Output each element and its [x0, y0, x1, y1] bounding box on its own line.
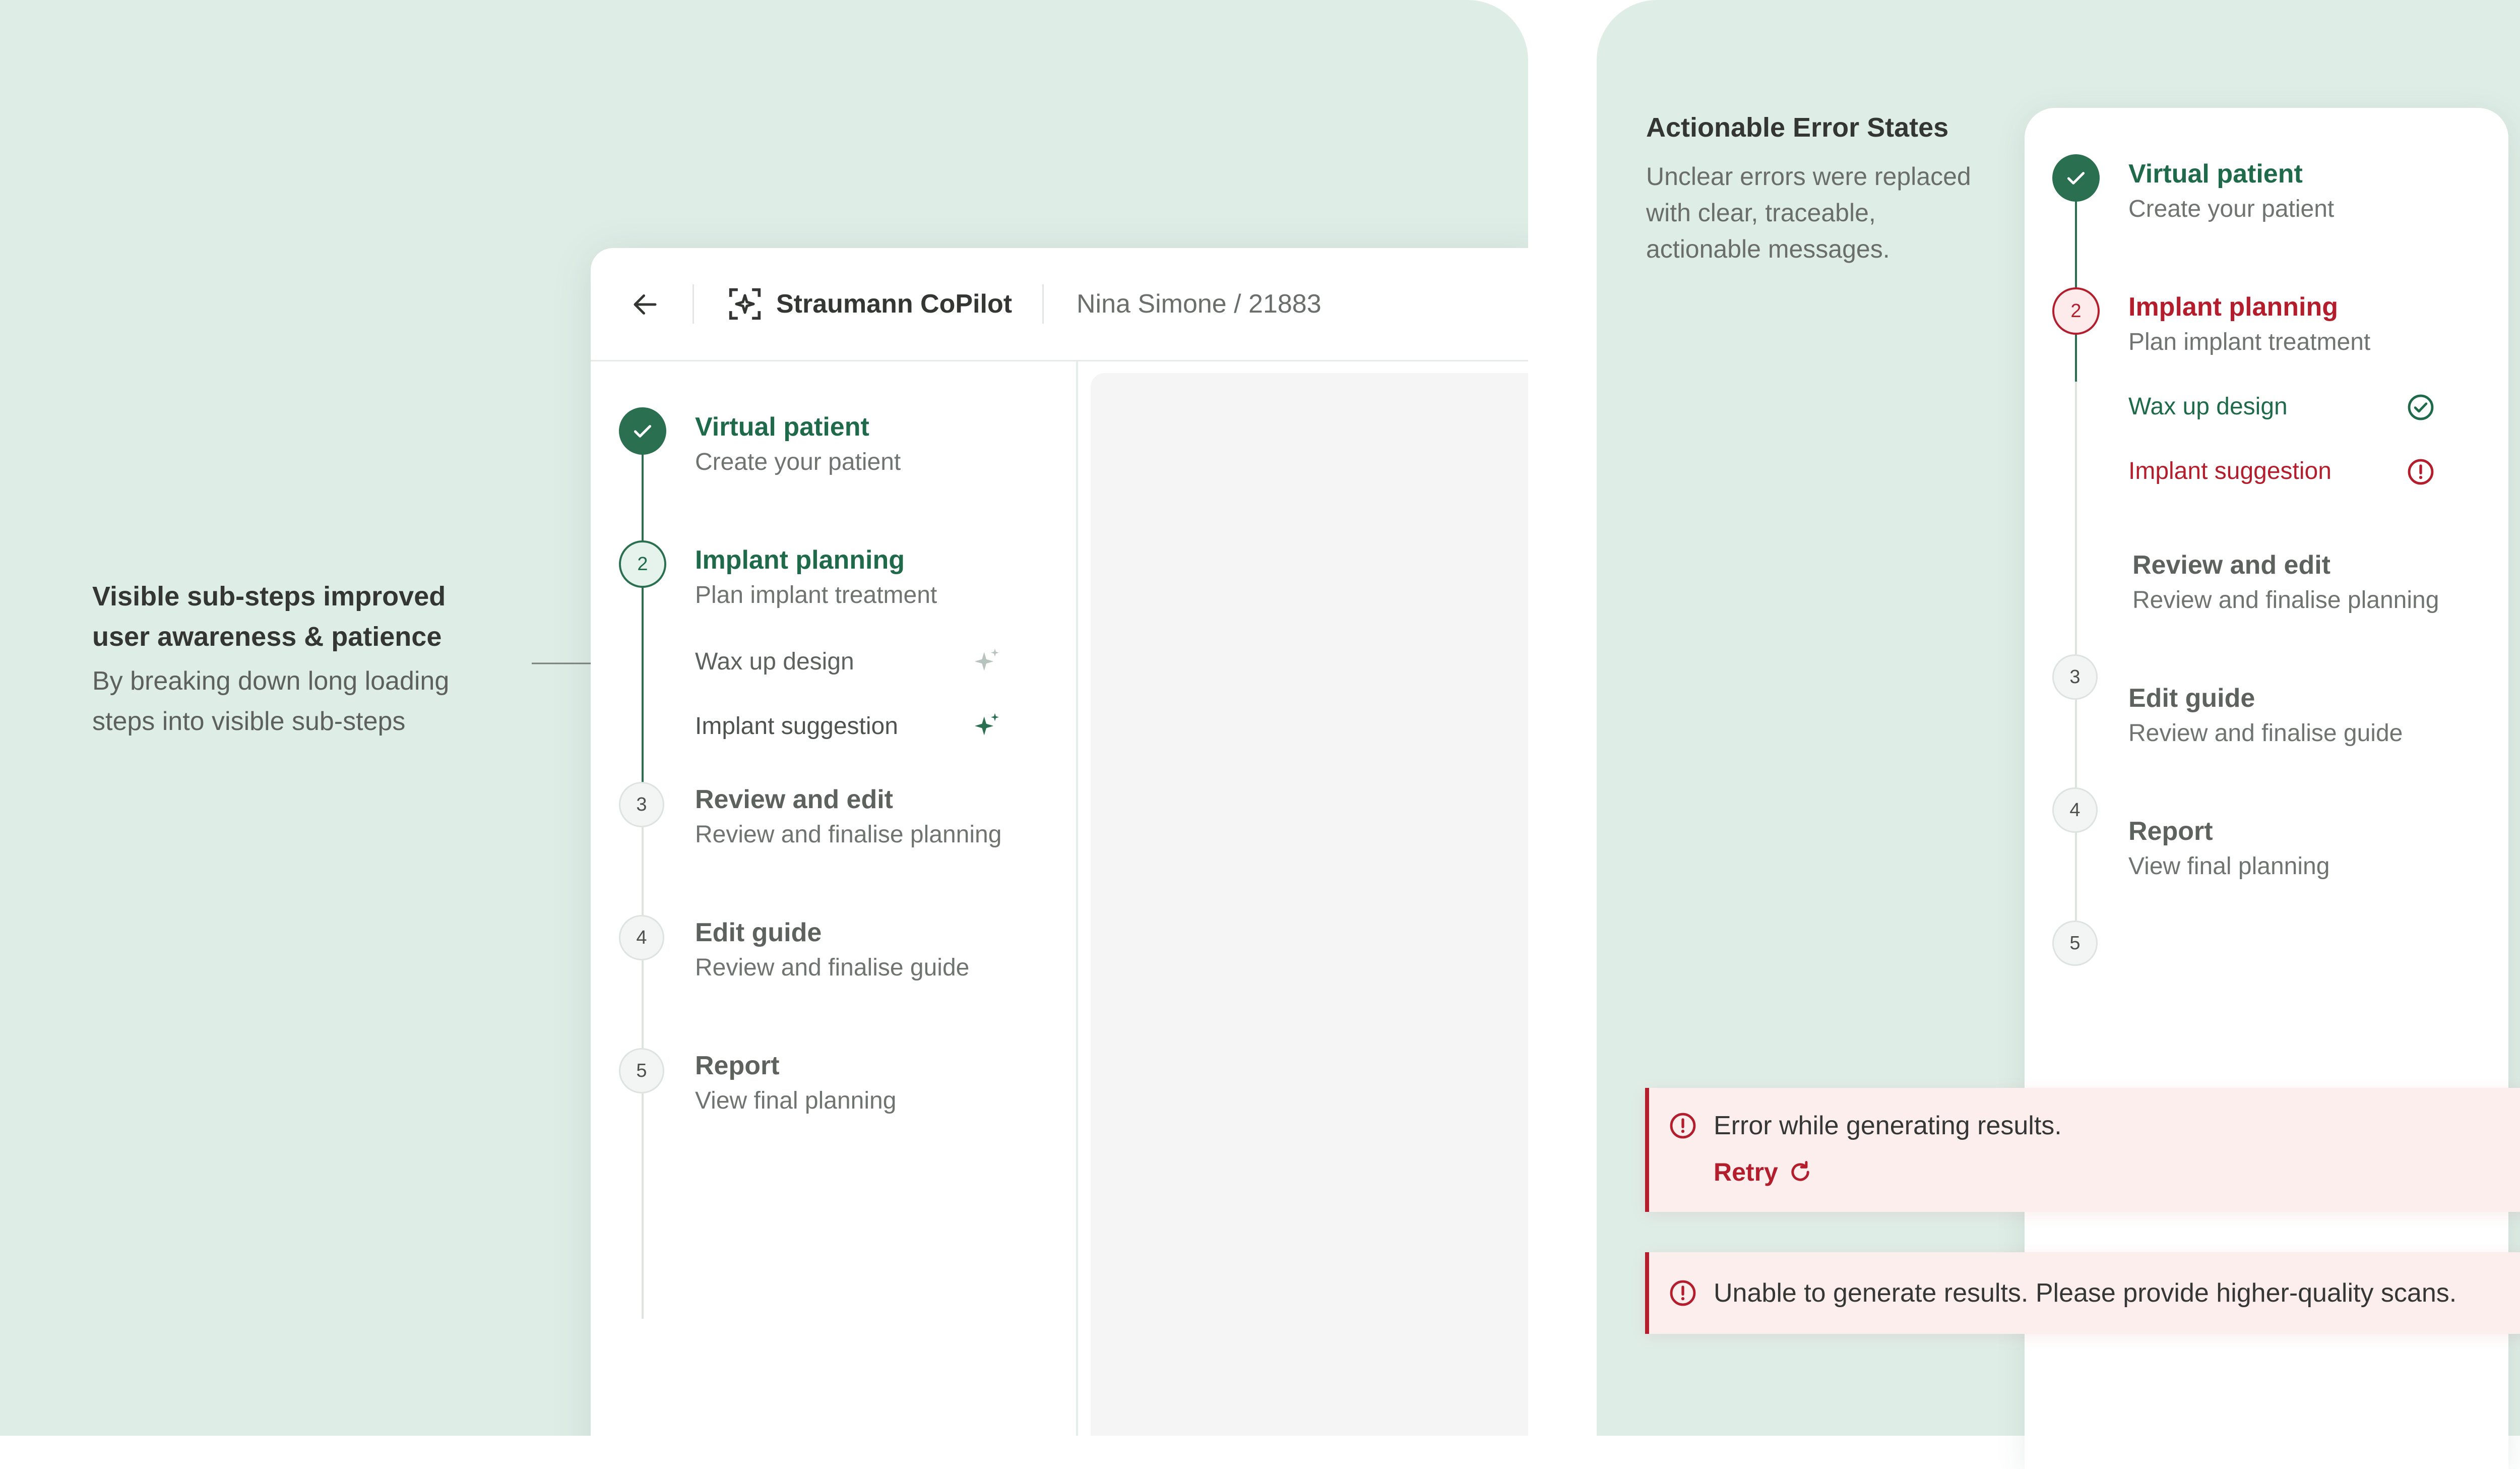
- callout-body-line1: By breaking down long loading: [92, 666, 450, 696]
- step-edit-guide[interactable]: Edit guide Review and finalise guide: [695, 915, 969, 986]
- step-implant-planning[interactable]: Implant planning Plan implant treatment: [695, 542, 937, 613]
- step-connector: [2075, 178, 2077, 382]
- error-message: Unable to generate results. Please provi…: [1714, 1278, 2457, 1308]
- step-subtitle: View final planning: [695, 1087, 897, 1114]
- app-header: Straumann CoPilot Nina Simone / 21883: [591, 248, 1528, 361]
- step-edit-guide[interactable]: Edit guide Review and finalise guide: [2128, 681, 2403, 751]
- callout-title-line1: Visible sub-steps improved: [92, 581, 446, 611]
- viewer-canvas[interactable]: [1091, 373, 1528, 1436]
- step-number-badge: 5: [619, 1048, 664, 1093]
- sparkle-icon: [975, 648, 999, 671]
- header-divider: [1042, 284, 1044, 324]
- description-line: actionable messages.: [1646, 235, 1890, 263]
- brand-name: Straumann CoPilot: [776, 289, 1013, 319]
- copilot-app-window: Straumann CoPilot Nina Simone / 21883 Vi…: [591, 248, 1528, 1436]
- step-connector: [642, 431, 644, 791]
- step-title: Review and edit: [695, 785, 893, 814]
- step-subtitle: Review and finalise guide: [695, 954, 970, 981]
- step-virtual-patient[interactable]: Virtual patient Create your patient: [695, 409, 901, 480]
- step-complete-icon: [2052, 154, 2100, 202]
- step-title: Implant planning: [695, 545, 905, 575]
- check-icon: [634, 425, 652, 438]
- step-title: Edit guide: [2128, 684, 2255, 713]
- step-title: Report: [695, 1051, 780, 1080]
- error-message: Error while generating results.: [1714, 1111, 2062, 1140]
- description-line: with clear, traceable,: [1646, 199, 1876, 227]
- arrow-left-icon: [634, 294, 657, 315]
- alert-circle-icon: [1670, 1113, 1696, 1139]
- step-number-badge: 4: [619, 915, 664, 960]
- retry-label: Retry: [1714, 1158, 1778, 1186]
- check-icon: [2067, 172, 2085, 185]
- step-subtitle: Review and finalise planning: [695, 821, 1002, 848]
- back-button[interactable]: [625, 284, 665, 325]
- step-complete-icon: [619, 407, 666, 455]
- step-title: Implant planning: [2128, 292, 2338, 322]
- retry-button[interactable]: Retry: [1714, 1157, 1813, 1187]
- substep-wax-up-design[interactable]: Wax up design: [2128, 390, 2288, 423]
- check-circle-icon: [2408, 394, 2434, 420]
- step-number-badge: 3: [2052, 654, 2098, 700]
- copilot-logo-icon: [729, 288, 761, 320]
- description-line: Unclear errors were replaced: [1646, 162, 1971, 191]
- substep-implant-suggestion[interactable]: Implant suggestion: [695, 710, 898, 743]
- step-implant-planning[interactable]: Implant planning Plan implant treatment: [2128, 289, 2370, 360]
- brand: Straumann CoPilot: [728, 283, 1012, 325]
- callout-title-line2: user awareness & patience: [92, 622, 442, 652]
- step-report[interactable]: Report View final planning: [695, 1048, 896, 1119]
- left-panel: Visible sub-steps improved user awarenes…: [0, 0, 1528, 1436]
- alert-circle-icon: [1670, 1280, 1696, 1306]
- step-subtitle: Create your patient: [2128, 196, 2335, 222]
- step-title: Virtual patient: [2128, 159, 2303, 189]
- step-number-badge: 4: [2052, 787, 2098, 833]
- sidebar-divider: [1076, 361, 1078, 1436]
- error-banner-scan-quality: Unable to generate results. Please provi…: [1645, 1252, 2520, 1334]
- substep-implant-suggestion[interactable]: Implant suggestion: [2128, 455, 2332, 488]
- step-title: Report: [2128, 817, 2213, 846]
- substep-wax-up-design[interactable]: Wax up design: [695, 645, 854, 679]
- step-title: Edit guide: [695, 918, 822, 947]
- substeps-callout: Visible sub-steps improved user awarenes…: [92, 576, 536, 742]
- step-subtitle: View final planning: [2128, 853, 2330, 880]
- step-number-badge: 2: [2052, 287, 2100, 335]
- step-title: Review and edit: [2132, 550, 2330, 580]
- step-review-and-edit[interactable]: Review and edit Review and finalise plan…: [695, 782, 1001, 852]
- step-subtitle: Create your patient: [695, 449, 901, 475]
- refresh-icon: [1791, 1161, 1809, 1181]
- error-states-title: Actionable Error States: [1646, 112, 1949, 143]
- step-subtitle: Plan implant treatment: [695, 582, 937, 608]
- step-subtitle: Review and finalise guide: [2128, 720, 2403, 747]
- error-banner-retry: Error while generating results. Retry: [1645, 1088, 2520, 1212]
- step-subtitle: Plan implant treatment: [2128, 329, 2371, 355]
- step-number-badge: 5: [2052, 921, 2098, 966]
- step-title: Virtual patient: [695, 412, 869, 442]
- step-subtitle: Review and finalise planning: [2132, 587, 2439, 614]
- step-report[interactable]: Report View final planning: [2128, 814, 2329, 884]
- step-review-and-edit[interactable]: Review and edit Review and finalise plan…: [2132, 547, 2439, 618]
- sparkle-icon: [975, 713, 999, 736]
- patient-label: Nina Simone / 21883: [1077, 289, 1321, 319]
- callout-body-line2: steps into visible sub-steps: [92, 707, 406, 736]
- alert-circle-icon: [2408, 459, 2434, 485]
- error-states-description: Unclear errors were replaced with clear,…: [1646, 158, 2029, 267]
- header-divider: [692, 284, 694, 324]
- step-number-badge: 2: [619, 540, 666, 588]
- step-number-badge: 3: [619, 782, 664, 827]
- step-virtual-patient[interactable]: Virtual patient Create your patient: [2128, 156, 2334, 227]
